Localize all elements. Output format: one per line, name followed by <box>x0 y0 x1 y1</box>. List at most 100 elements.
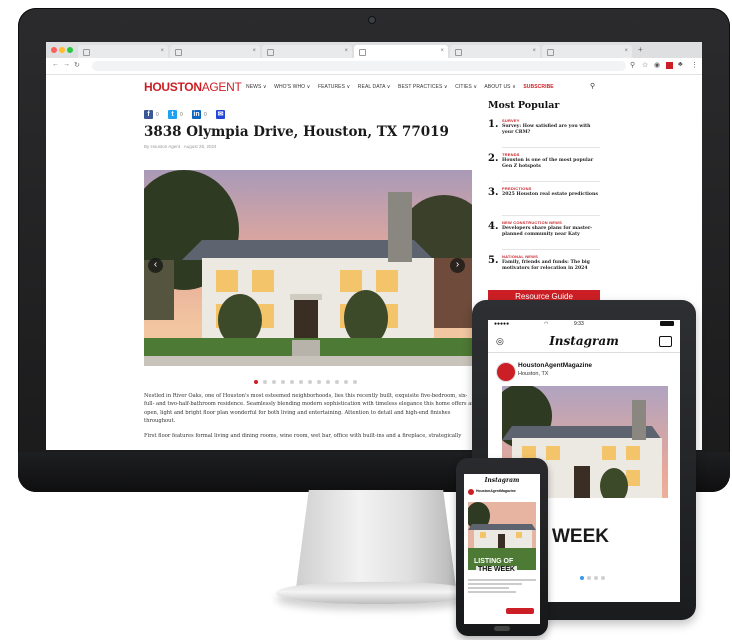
popular-item-category: SURVEY <box>502 118 520 123</box>
popular-item[interactable]: 1. SURVEY Survey: How satisfied are you … <box>488 118 600 148</box>
close-tab-icon[interactable]: × <box>344 48 348 54</box>
browser-tab-active[interactable]: × <box>354 45 448 58</box>
close-tab-icon[interactable]: × <box>532 48 536 54</box>
popular-item-number: 2. <box>488 153 499 164</box>
carousel-dot[interactable] <box>601 576 605 580</box>
avatar[interactable] <box>496 362 516 382</box>
carousel-dot[interactable] <box>326 380 330 384</box>
logo-word-houston: HOUSTON <box>144 80 202 94</box>
carousel-dot[interactable] <box>335 380 339 384</box>
browser-tab[interactable]: × <box>170 45 260 58</box>
carousel-next-button[interactable]: › <box>450 258 465 273</box>
post-action-button[interactable] <box>506 608 534 614</box>
browser-tab[interactable]: × <box>262 45 352 58</box>
nav-whos-who[interactable]: WHO'S WHO ∨ <box>274 84 310 90</box>
phone-home-indicator[interactable] <box>494 626 510 631</box>
back-arrow-icon[interactable]: ← <box>52 61 59 68</box>
popular-item-title[interactable]: Houston is one of the most popular Gen Z… <box>502 158 600 170</box>
bookmark-star-icon[interactable]: ☆ <box>642 61 648 69</box>
carousel-dot[interactable] <box>308 380 312 384</box>
post-username[interactable]: HoustonAgentMagazine <box>476 489 516 493</box>
post-caption <box>468 578 536 595</box>
popular-item[interactable]: 4. NEW CONSTRUCTION NEWS Developers shar… <box>488 220 600 250</box>
twitter-share-count: 0 <box>180 112 183 118</box>
address-bar[interactable] <box>92 61 626 71</box>
tablet-status-bar: ●●●●● ◠ 9:33 <box>488 320 680 328</box>
close-tab-icon[interactable]: × <box>160 48 164 54</box>
carousel-dot[interactable] <box>353 380 357 384</box>
nav-best-practices[interactable]: BEST PRACTICES ∨ <box>398 84 448 90</box>
browser-tab[interactable]: × <box>78 45 168 58</box>
maximize-window-icon[interactable] <box>67 47 73 53</box>
popular-item[interactable]: 2. TRENDS Houston is one of the most pop… <box>488 152 600 182</box>
menu-kebab-icon[interactable]: ⋮ <box>691 61 698 69</box>
carousel-dot[interactable] <box>290 380 294 384</box>
popular-item-title[interactable]: Developers share plans for master-planne… <box>502 226 600 238</box>
popular-item-title[interactable]: 2025 Houston real estate predictions <box>502 192 600 198</box>
nav-cities[interactable]: CITIES ∨ <box>455 84 477 90</box>
wifi-icon: ◠ <box>544 321 549 327</box>
post-location[interactable]: Houston, TX <box>518 371 548 377</box>
webcam-icon <box>368 16 376 24</box>
monitor-stand <box>296 490 456 588</box>
avatar[interactable] <box>468 489 474 495</box>
profile-icon[interactable]: ♣ <box>678 61 683 68</box>
tab-favicon-icon <box>547 49 554 56</box>
carousel-dot[interactable] <box>344 380 348 384</box>
carousel-dot-active[interactable] <box>580 576 584 580</box>
nav-features[interactable]: FEATURES ∨ <box>318 84 350 90</box>
tab-favicon-icon <box>455 49 462 56</box>
popular-item[interactable]: 5. NATIONAL NEWS Family, friends and fun… <box>488 254 600 286</box>
forward-arrow-icon[interactable]: → <box>63 61 70 68</box>
close-tab-icon[interactable]: × <box>252 48 256 54</box>
extension-badge-icon[interactable] <box>666 62 673 69</box>
post-username[interactable]: HoustonAgentMagazine <box>518 362 592 369</box>
nav-about-us[interactable]: ABOUT US ∨ <box>484 84 516 90</box>
extension-icon[interactable]: ◉ <box>654 61 660 69</box>
battery-icon <box>660 321 674 326</box>
site-search-icon[interactable]: ⚲ <box>590 82 595 90</box>
nav-news[interactable]: NEWS ∨ <box>246 84 267 90</box>
carousel-dot[interactable] <box>317 380 321 384</box>
popular-item-title[interactable]: Family, friends and funds: The big motiv… <box>502 260 600 272</box>
carousel-dot[interactable] <box>594 576 598 580</box>
linkedin-icon[interactable]: in <box>192 110 201 119</box>
close-tab-icon[interactable]: × <box>440 48 444 54</box>
browser-tab[interactable]: × <box>450 45 540 58</box>
carousel-dot[interactable] <box>281 380 285 384</box>
carousel-dot[interactable] <box>272 380 276 384</box>
nav-real-data[interactable]: REAL DATA ∨ <box>358 84 391 90</box>
reload-icon[interactable]: ↻ <box>74 61 80 69</box>
popular-item[interactable]: 3. PREDICTIONS 2025 Houston real estate … <box>488 186 600 216</box>
carousel-prev-button[interactable]: ‹ <box>148 258 163 273</box>
minimize-window-icon[interactable] <box>59 47 65 53</box>
post-overlay-title-line1: LISTING OF <box>474 558 514 565</box>
carousel-dot[interactable] <box>587 576 591 580</box>
instagram-logo: Instagram <box>484 477 520 484</box>
nav-subscribe[interactable]: SUBSCRIBE <box>523 84 553 90</box>
new-tab-button[interactable]: + <box>638 45 643 54</box>
close-window-icon[interactable] <box>51 47 57 53</box>
facebook-icon[interactable]: f <box>144 110 153 119</box>
signal-icon: ●●●●● <box>494 321 510 327</box>
carousel-dot[interactable] <box>299 380 303 384</box>
phone-instagram-screen: Instagram HoustonAgentMagazine LISTING O… <box>464 474 540 624</box>
email-icon[interactable]: ✉ <box>216 110 225 119</box>
carousel-dot[interactable] <box>263 380 267 384</box>
linkedin-share-count: 0 <box>204 112 207 118</box>
tab-favicon-icon <box>267 49 274 56</box>
popular-item-category: TRENDS <box>502 152 520 157</box>
tab-favicon-icon <box>359 49 366 56</box>
inbox-icon[interactable] <box>659 336 672 347</box>
twitter-icon[interactable]: t <box>168 110 177 119</box>
popular-item-title[interactable]: Survey: How satisfied are you with your … <box>502 124 600 136</box>
tab-favicon-icon <box>83 49 90 56</box>
houston-agent-logo[interactable]: HOUSTONAGENT <box>144 80 242 94</box>
article-byline: By Houston Agent · August 28, 2024 <box>144 144 217 149</box>
browser-tab[interactable]: × <box>542 45 632 58</box>
carousel-dot-active[interactable] <box>254 380 258 384</box>
popular-item-number: 4. <box>488 221 499 232</box>
article-paragraph: First floor features formal living and d… <box>144 432 462 439</box>
zoom-icon[interactable]: ⚲ <box>630 61 635 69</box>
close-tab-icon[interactable]: × <box>624 48 628 54</box>
